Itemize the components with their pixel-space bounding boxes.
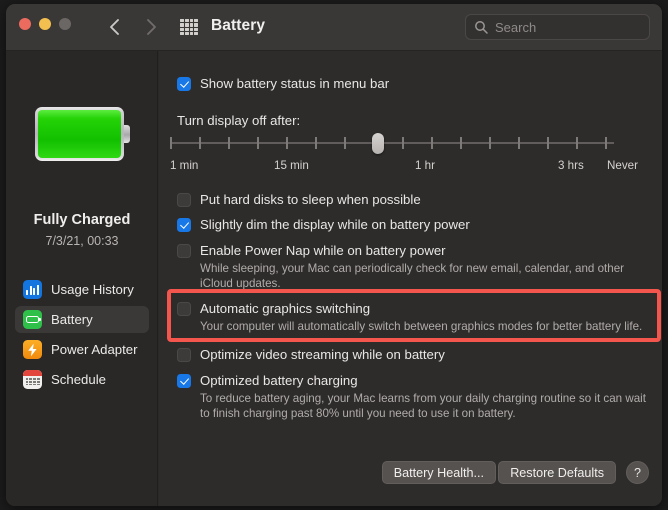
sidebar: Fully Charged 7/3/21, 00:33 Usage Histor… xyxy=(6,51,158,506)
checkbox-row-optimized-battery-charging[interactable]: Optimized battery charging xyxy=(177,373,358,388)
slider-tick xyxy=(170,137,172,149)
slider-thumb[interactable] xyxy=(372,133,384,154)
page-title: Battery xyxy=(211,17,266,34)
optimized-battery-charging-description: To reduce battery aging, your Mac learns… xyxy=(200,392,646,420)
search-field[interactable]: Search xyxy=(465,14,650,40)
traffic-light-buttons xyxy=(19,18,71,30)
slider-tick xyxy=(547,137,549,149)
sidebar-item-label: Usage History xyxy=(51,282,134,297)
sidebar-item-label: Schedule xyxy=(51,372,106,387)
slider-tick xyxy=(605,137,607,149)
search-placeholder: Search xyxy=(495,20,537,35)
checkbox-label: Optimize video streaming while on batter… xyxy=(200,347,445,362)
battery-fill xyxy=(38,110,121,158)
back-chevron-icon[interactable] xyxy=(104,16,126,38)
slider-tick xyxy=(315,137,317,149)
checkbox-row-show-battery-status[interactable]: Show battery status in menu bar xyxy=(177,76,389,91)
close-button[interactable] xyxy=(19,18,31,30)
hard-disk-sleep-checkbox[interactable] xyxy=(177,193,191,207)
forward-chevron-icon[interactable] xyxy=(140,16,162,38)
title-bar: Battery Search xyxy=(6,4,662,51)
checkbox-label: Slightly dim the display while on batter… xyxy=(200,217,470,232)
show-battery-status-checkbox[interactable] xyxy=(177,77,191,91)
battery-body xyxy=(35,107,124,161)
turn-display-off-label: Turn display off after: xyxy=(177,113,301,128)
optimized-battery-charging-checkbox[interactable] xyxy=(177,374,191,388)
battery-icon xyxy=(23,310,42,329)
slider-label-never: Never xyxy=(607,159,638,172)
sidebar-item-usage-history[interactable]: Usage History xyxy=(15,276,149,303)
checkbox-row-optimize-video-streaming[interactable]: Optimize video streaming while on batter… xyxy=(177,347,445,362)
slider-tick xyxy=(228,137,230,149)
slider-tick xyxy=(431,137,433,149)
restore-defaults-button[interactable]: Restore Defaults xyxy=(498,461,616,484)
slider-tick xyxy=(199,137,201,149)
sidebar-item-power-adapter[interactable]: Power Adapter xyxy=(15,336,149,363)
checkbox-row-slightly-dim[interactable]: Slightly dim the display while on batter… xyxy=(177,217,470,232)
slider-tick xyxy=(344,137,346,149)
slider-tick xyxy=(576,137,578,149)
slider-label-min: 1 min xyxy=(170,159,199,172)
sidebar-item-label: Battery xyxy=(51,312,93,327)
checkbox-row-automatic-graphics-switching[interactable]: Automatic graphics switching xyxy=(177,301,370,316)
power-nap-checkbox[interactable] xyxy=(177,244,191,258)
schedule-icon xyxy=(23,370,42,389)
sidebar-item-battery[interactable]: Battery xyxy=(15,306,149,333)
checkbox-row-hard-disk-sleep[interactable]: Put hard disks to sleep when possible xyxy=(177,192,421,207)
slider-tick xyxy=(518,137,520,149)
zoom-button[interactable] xyxy=(59,18,71,30)
battery-full-icon xyxy=(35,107,130,161)
slider-tick xyxy=(257,137,259,149)
checkbox-label: Optimized battery charging xyxy=(200,373,358,388)
automatic-graphics-switching-description: Your computer will automatically switch … xyxy=(200,320,643,333)
power-nap-description: While sleeping, your Mac can periodicall… xyxy=(200,262,625,290)
checkbox-label: Show battery status in menu bar xyxy=(200,76,390,91)
usage-history-icon xyxy=(23,280,42,299)
battery-preferences-window: Battery Search Fully Charged 7/3/21, 00:… xyxy=(6,4,662,506)
checkbox-label: Automatic graphics switching xyxy=(200,301,371,316)
slider-tick xyxy=(286,137,288,149)
battery-status-timestamp: 7/3/21, 00:33 xyxy=(45,234,119,248)
sidebar-item-schedule[interactable]: Schedule xyxy=(15,366,149,393)
slider-label-1hr: 1 hr xyxy=(415,159,435,172)
power-adapter-icon xyxy=(23,340,42,359)
help-button[interactable]: ? xyxy=(626,461,649,484)
slightly-dim-checkbox[interactable] xyxy=(177,218,191,232)
minimize-button[interactable] xyxy=(39,18,51,30)
slider-label-15min: 15 min xyxy=(274,159,309,172)
sidebar-item-list: Usage History Battery Power Adapter Sche… xyxy=(6,273,158,396)
battery-settings-pane: Show battery status in menu bar Turn dis… xyxy=(159,51,662,506)
slider-tick xyxy=(489,137,491,149)
search-icon xyxy=(475,21,488,34)
battery-health-button[interactable]: Battery Health... xyxy=(381,461,496,484)
checkbox-label: Put hard disks to sleep when possible xyxy=(200,192,421,207)
slider-tick xyxy=(460,137,462,149)
checkbox-row-power-nap[interactable]: Enable Power Nap while on battery power xyxy=(177,243,446,258)
show-all-grid-icon[interactable] xyxy=(180,19,198,35)
slider-label-3hrs: 3 hrs xyxy=(558,159,584,172)
automatic-graphics-switching-checkbox[interactable] xyxy=(177,302,191,316)
optimize-video-streaming-checkbox[interactable] xyxy=(177,348,191,362)
display-sleep-slider[interactable]: 1 min 15 min 1 hr 3 hrs Never xyxy=(170,133,638,172)
slider-tick xyxy=(402,137,404,149)
checkbox-label: Enable Power Nap while on battery power xyxy=(200,243,446,258)
sidebar-item-label: Power Adapter xyxy=(51,342,138,357)
battery-status-title: Fully Charged xyxy=(33,212,131,228)
